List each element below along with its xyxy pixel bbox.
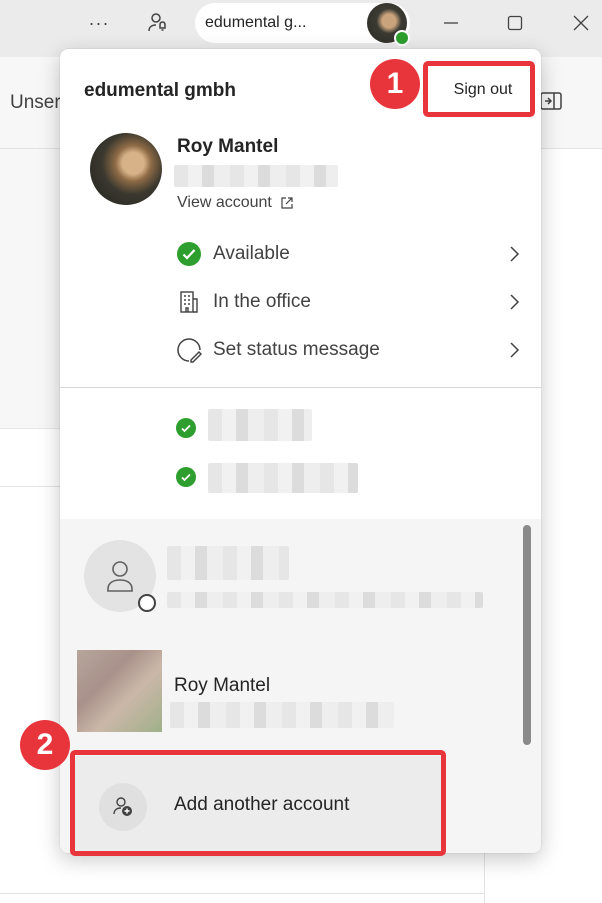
notifications-people-button[interactable] (142, 8, 172, 38)
more-options-button[interactable]: ··· (84, 8, 114, 38)
avatar (90, 133, 162, 205)
building-icon (176, 289, 202, 315)
minimize-icon (444, 22, 458, 24)
minimize-button[interactable] (436, 8, 466, 38)
edit-status-icon (176, 337, 202, 363)
panel-collapse-icon[interactable] (540, 92, 562, 110)
annotation-highlight-add-account (70, 750, 446, 856)
chevron-right-icon (510, 342, 520, 358)
view-account-link[interactable]: View account (177, 194, 294, 212)
profile-name: Roy Mantel (177, 136, 279, 157)
redacted-account[interactable] (167, 546, 289, 580)
account-flyout: edumental gmbh Sign out Roy Mantel View … (60, 49, 541, 853)
more-icon: ··· (88, 12, 110, 33)
redacted-email (167, 592, 483, 608)
scrollbar[interactable] (523, 525, 531, 745)
redacted-account[interactable] (208, 463, 358, 493)
available-check-icon (176, 241, 202, 267)
available-check-icon (176, 467, 196, 487)
status-location[interactable]: In the office (176, 285, 521, 319)
external-link-icon (281, 197, 293, 209)
status-label: Set status message (213, 339, 380, 360)
presence-offline-badge (138, 594, 156, 612)
close-icon (573, 15, 589, 31)
chevron-right-icon (510, 246, 520, 262)
annotation-step-badge: 2 (20, 720, 70, 770)
person-icon (107, 561, 133, 592)
avatar (77, 650, 162, 732)
annotation-step-badge: 1 (370, 59, 420, 109)
status-available[interactable]: Available (176, 237, 521, 271)
people-bell-icon (148, 13, 166, 32)
account-name[interactable]: Roy Mantel (174, 675, 270, 697)
close-button[interactable] (566, 8, 596, 38)
maximize-icon (507, 15, 523, 31)
presence-available-badge (394, 30, 410, 46)
view-account-label: View account (177, 194, 272, 211)
divider (60, 387, 541, 388)
status-label: Available (213, 243, 290, 264)
status-label: In the office (213, 291, 311, 312)
maximize-button[interactable] (500, 8, 530, 38)
app-left-label: Unser (10, 92, 61, 113)
account-switcher-pill[interactable]: edumental g... (195, 3, 410, 46)
redacted-email (170, 702, 394, 728)
divider (0, 893, 484, 894)
account-pill-label: edumental g... (205, 14, 307, 31)
annotation-highlight-sign-out (423, 61, 535, 117)
redacted-email (174, 165, 338, 187)
chevron-right-icon (510, 294, 520, 310)
divider (0, 486, 60, 487)
organization-name: edumental gmbh (84, 80, 237, 101)
redacted-account[interactable] (208, 409, 312, 441)
available-check-icon (176, 418, 196, 438)
set-status-message[interactable]: Set status message (176, 333, 521, 367)
